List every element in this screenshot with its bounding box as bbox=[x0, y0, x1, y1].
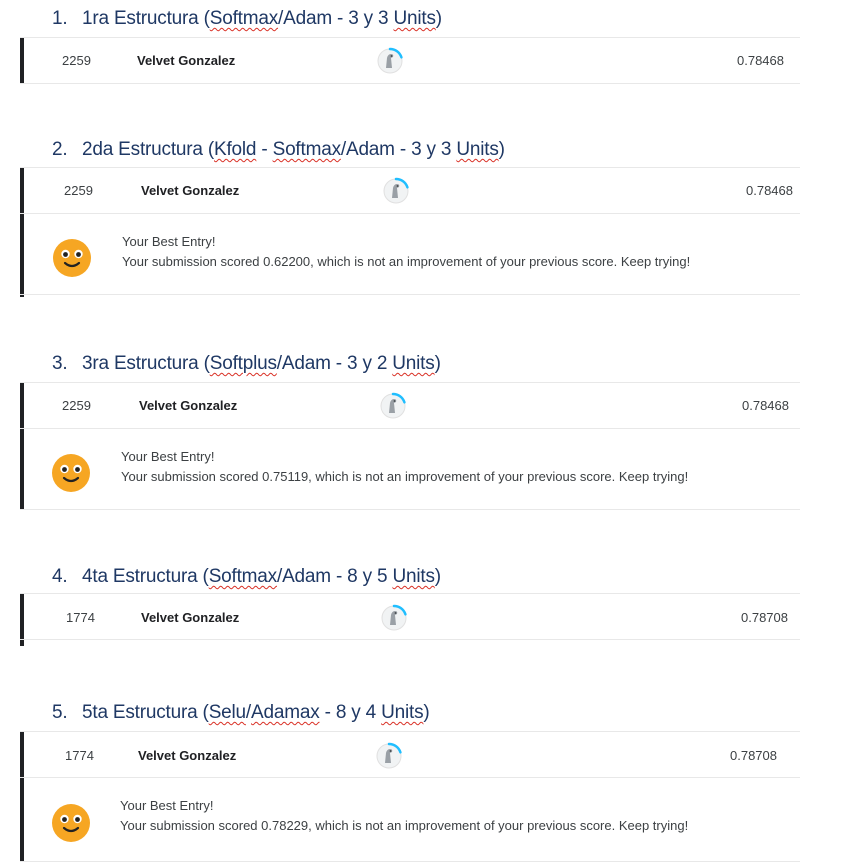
user-avatar-icon[interactable] bbox=[381, 176, 411, 206]
title-text: /Adam - 8 y 5 bbox=[276, 566, 393, 587]
user-avatar-icon[interactable] bbox=[374, 741, 404, 771]
smiley-face-icon bbox=[52, 238, 92, 278]
title-text: /Adam - 3 y 3 bbox=[340, 139, 457, 160]
leaderboard-card-4: 1774 Velvet Gonzalez 0.78708 bbox=[20, 593, 800, 646]
submission-message: Your Best Entry! Your submission scored … bbox=[20, 778, 800, 862]
title-text: ) bbox=[423, 702, 430, 723]
section-heading-1: 1. 1ra Estructura (Softmax/Adam - 3 y 3 U… bbox=[52, 8, 442, 30]
title-text: ) bbox=[435, 8, 442, 29]
user-avatar-icon[interactable] bbox=[375, 46, 405, 76]
smiley-face-icon bbox=[51, 803, 91, 843]
section-heading-5: 5. 5ta Estructura (Selu/Adamax - 8 y 4 Un… bbox=[52, 702, 430, 724]
spellcheck-word: Units bbox=[392, 566, 435, 587]
section-number: 4. bbox=[52, 566, 68, 587]
leaderboard-row[interactable]: 1774 Velvet Gonzalez 0.78708 bbox=[20, 731, 800, 778]
team-name[interactable]: Velvet Gonzalez bbox=[139, 398, 237, 413]
title-text: 2da Estructura ( bbox=[82, 139, 214, 160]
title-text: - bbox=[256, 139, 273, 160]
leaderboard-card-2: 2259 Velvet Gonzalez 0.78468 Your Best E… bbox=[20, 167, 800, 297]
user-avatar-icon[interactable] bbox=[378, 391, 408, 421]
section-title: 3ra Estructura (Softplus/Adam - 3 y 2 Un… bbox=[82, 353, 441, 374]
leaderboard-card-5: 1774 Velvet Gonzalez 0.78708 Your Best E… bbox=[20, 731, 800, 862]
leaderboard-row[interactable]: 2259 Velvet Gonzalez 0.78468 bbox=[20, 382, 800, 429]
leaderboard-row[interactable]: 2259 Velvet Gonzalez 0.78468 bbox=[20, 167, 800, 214]
title-text: ) bbox=[434, 566, 441, 587]
section-heading-4: 4. 4ta Estructura (Softmax/Adam - 8 y 5 U… bbox=[52, 566, 441, 588]
spellcheck-word: Units bbox=[381, 702, 424, 723]
team-name[interactable]: Velvet Gonzalez bbox=[137, 53, 235, 68]
message-title: Your Best Entry! bbox=[121, 449, 215, 464]
spellcheck-word: Units bbox=[456, 139, 499, 160]
title-text: - 8 y 4 bbox=[319, 702, 382, 723]
rank: 1774 bbox=[66, 610, 95, 625]
rank: 1774 bbox=[65, 748, 94, 763]
score: 0.78708 bbox=[730, 748, 777, 763]
section-title: 2da Estructura (Kfold - Softmax/Adam - 3… bbox=[82, 139, 505, 160]
message-text: Your submission scored 0.75119, which is… bbox=[121, 469, 689, 484]
spellcheck-word: Kfold bbox=[213, 139, 257, 160]
title-text: 5ta Estructura ( bbox=[82, 702, 209, 723]
rank: 2259 bbox=[64, 183, 93, 198]
leaderboard-card-3: 2259 Velvet Gonzalez 0.78468 Your Best E… bbox=[20, 382, 800, 510]
section-title: 5ta Estructura (Selu/Adamax - 8 y 4 Unit… bbox=[82, 702, 430, 723]
title-text: 3ra Estructura ( bbox=[82, 353, 210, 374]
section-number: 2. bbox=[52, 139, 68, 160]
leaderboard-row[interactable]: 1774 Velvet Gonzalez 0.78708 bbox=[20, 593, 800, 640]
leaderboard-row[interactable]: 2259 Velvet Gonzalez 0.78468 bbox=[20, 37, 800, 84]
leaderboard-card-1: 2259 Velvet Gonzalez 0.78468 bbox=[20, 37, 800, 84]
smiley-face-icon bbox=[51, 453, 91, 493]
team-name[interactable]: Velvet Gonzalez bbox=[138, 748, 236, 763]
spellcheck-word: Softmax bbox=[272, 139, 341, 160]
section-number: 1. bbox=[52, 8, 68, 29]
section-title: 1ra Estructura (Softmax/Adam - 3 y 3 Uni… bbox=[82, 8, 442, 29]
rank: 2259 bbox=[62, 53, 91, 68]
spellcheck-word: Softmax bbox=[209, 8, 279, 29]
message-title: Your Best Entry! bbox=[120, 798, 214, 813]
team-name[interactable]: Velvet Gonzalez bbox=[141, 183, 239, 198]
team-name[interactable]: Velvet Gonzalez bbox=[141, 610, 239, 625]
spellcheck-word: Softmax bbox=[208, 566, 277, 587]
section-heading-2: 2. 2da Estructura (Kfold - Softmax/Adam -… bbox=[52, 139, 505, 161]
spellcheck-word: Selu bbox=[208, 702, 246, 723]
score: 0.78468 bbox=[742, 398, 789, 413]
spellcheck-word: Units bbox=[393, 8, 436, 29]
score: 0.78708 bbox=[741, 610, 788, 625]
title-text: ) bbox=[434, 353, 441, 374]
submission-message: Your Best Entry! Your submission scored … bbox=[20, 214, 800, 295]
submission-message: Your Best Entry! Your submission scored … bbox=[20, 429, 800, 510]
spellcheck-word: Softplus bbox=[209, 353, 277, 374]
message-text: Your submission scored 0.78229, which is… bbox=[120, 818, 689, 833]
title-text: 1ra Estructura ( bbox=[82, 8, 210, 29]
spellcheck-word: Units bbox=[392, 353, 435, 374]
score: 0.78468 bbox=[737, 53, 784, 68]
section-title: 4ta Estructura (Softmax/Adam - 8 y 5 Uni… bbox=[82, 566, 441, 587]
spellcheck-word: Adamax bbox=[251, 702, 320, 723]
title-text: /Adam - 3 y 3 bbox=[278, 8, 394, 29]
score: 0.78468 bbox=[746, 183, 793, 198]
section-number: 5. bbox=[52, 702, 68, 723]
title-text: ) bbox=[498, 139, 505, 160]
title-text: /Adam - 3 y 2 bbox=[276, 353, 393, 374]
rank: 2259 bbox=[62, 398, 91, 413]
title-text: 4ta Estructura ( bbox=[82, 566, 209, 587]
section-number: 3. bbox=[52, 353, 68, 374]
message-title: Your Best Entry! bbox=[122, 234, 216, 249]
message-text: Your submission scored 0.62200, which is… bbox=[122, 254, 691, 269]
section-heading-3: 3. 3ra Estructura (Softplus/Adam - 3 y 2 … bbox=[52, 353, 441, 375]
user-avatar-icon[interactable] bbox=[379, 603, 409, 633]
